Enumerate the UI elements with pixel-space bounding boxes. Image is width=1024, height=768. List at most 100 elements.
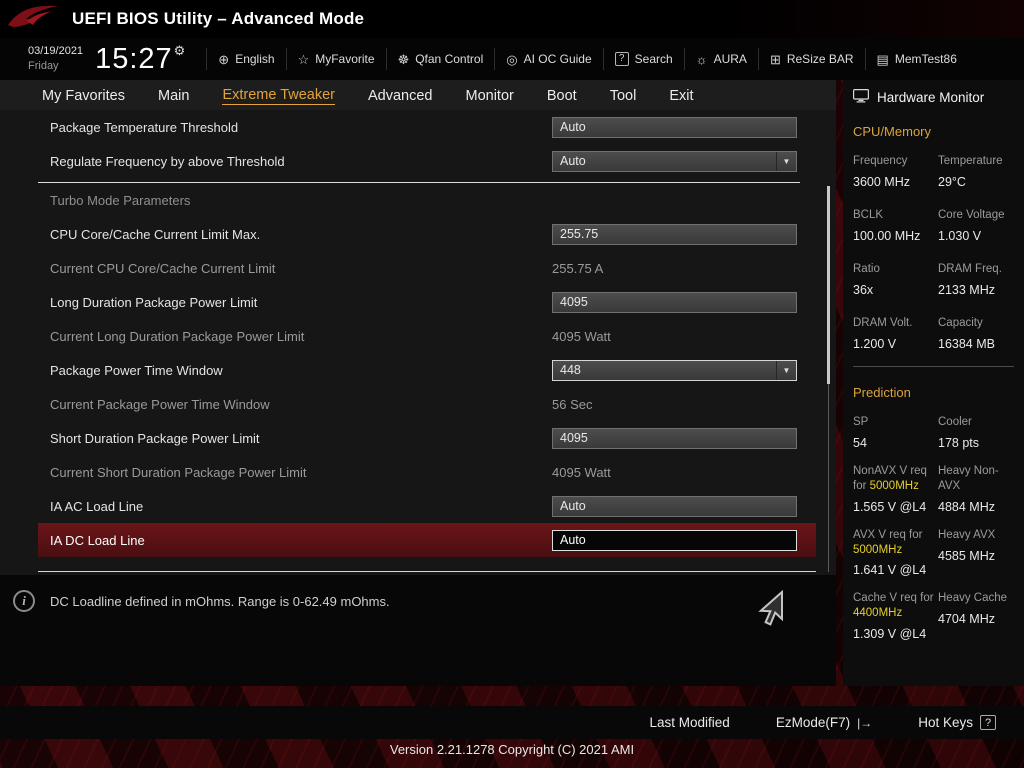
prediction-title: Prediction: [853, 384, 911, 400]
setting-label: IA DC Load Line: [50, 532, 145, 548]
setting-row: Long Duration Package Power Limit 4095: [0, 285, 836, 319]
page-title: UEFI BIOS Utility – Advanced Mode: [72, 9, 365, 28]
setting-row-selected[interactable]: IA DC Load Line Auto: [38, 523, 816, 557]
ia-ac-load-line-input[interactable]: Auto: [552, 495, 797, 517]
settings-panel: Package Temperature Threshold Auto Regul…: [0, 110, 836, 575]
tab-extreme-tweaker[interactable]: Extreme Tweaker: [222, 87, 335, 105]
mouse-cursor-icon: [758, 590, 783, 626]
tab-tool[interactable]: Tool: [610, 88, 637, 105]
question-mark-icon: ?: [980, 715, 996, 730]
setting-row: Current CPU Core/Cache Current Limit 255…: [0, 251, 836, 285]
tab-my-favorites[interactable]: My Favorites: [42, 88, 125, 105]
hot-keys-button[interactable]: Hot Keys ?: [918, 715, 996, 730]
setting-row: Current Long Duration Package Power Limi…: [0, 319, 836, 353]
ezmode-button[interactable]: EzMode(F7) |→: [776, 715, 872, 730]
hm-stat: Cooler 178 pts: [938, 415, 980, 450]
setting-label: Long Duration Package Power Limit: [50, 294, 258, 310]
setting-row: Regulate Frequency by above Threshold Au…: [0, 144, 836, 178]
footer-bar: Last Modified EzMode(F7) |→ Hot Keys ?: [0, 706, 1024, 739]
setting-row: Current Package Power Time Window 56 Sec: [0, 387, 836, 421]
tab-advanced[interactable]: Advanced: [368, 88, 433, 105]
resize-bar-icon: ⊞: [769, 51, 781, 67]
toolbar-memtest86[interactable]: ▤ MemTest86: [864, 48, 968, 70]
setting-label: Current Short Duration Package Power Lim…: [50, 464, 307, 480]
setting-label: Short Duration Package Power Limit: [50, 430, 260, 446]
main-menu: My Favorites Main Extreme Tweaker Advanc…: [0, 80, 836, 110]
hm-stat: NonAVX V req for 5000MHz 1.565 V @L4: [853, 464, 927, 514]
memory-icon: ▤: [876, 51, 889, 67]
package-temperature-threshold-input[interactable]: Auto: [552, 116, 797, 138]
title-bar: UEFI BIOS Utility – Advanced Mode: [0, 0, 1024, 38]
tab-main[interactable]: Main: [158, 88, 189, 105]
hm-stat: AVX V req for 5000MHz 1.641 V @L4: [853, 528, 927, 578]
star-icon: ☆: [297, 51, 310, 67]
toolbar-english[interactable]: ⊕ English: [206, 48, 285, 70]
date-text: 03/19/2021: [28, 45, 84, 58]
toolbar-myfavorite[interactable]: ☆ MyFavorite: [285, 48, 386, 70]
long-duration-power-limit-input[interactable]: 4095: [552, 291, 797, 313]
clock-settings-gear-icon[interactable]: ⚙: [174, 43, 187, 58]
toolbar-search[interactable]: ? Search: [602, 48, 684, 70]
tab-monitor[interactable]: Monitor: [466, 88, 514, 105]
setting-label: Regulate Frequency by above Threshold: [50, 153, 285, 169]
last-modified-button[interactable]: Last Modified: [650, 715, 730, 730]
toolbar-label: AI OC Guide: [523, 52, 592, 66]
tab-exit[interactable]: Exit: [669, 88, 693, 105]
quick-toolbar: ⊕ English ☆ MyFavorite ☸ Qfan Control ◎ …: [206, 47, 968, 71]
scrollbar[interactable]: [827, 186, 831, 572]
setting-label: Current Package Power Time Window: [50, 396, 270, 412]
hardware-monitor-header: Hardware Monitor: [853, 89, 1014, 106]
scrollbar-thumb[interactable]: [827, 186, 830, 384]
weekday-text: Friday: [28, 60, 59, 72]
bios-screen: UEFI BIOS Utility – Advanced Mode 03/19/…: [0, 0, 1024, 768]
hm-stat: Heavy Cache 4704 MHz: [938, 592, 1008, 627]
setting-label: Current Long Duration Package Power Limi…: [50, 328, 305, 344]
readonly-value: 4095 Watt: [552, 464, 611, 480]
toolbar-label: Search: [634, 52, 673, 66]
panel-bottom-divider: [38, 571, 816, 572]
readonly-value: 255.75 A: [552, 260, 604, 276]
help-panel: i DC Loadline defined in mOhms. Range is…: [0, 575, 836, 686]
toolbar-label: MyFavorite: [315, 52, 375, 66]
cpu-memory-stats: Frequency 3600 MHz Temperature 29°C BCLK…: [853, 154, 1014, 351]
main-content: My Favorites Main Extreme Tweaker Advanc…: [0, 80, 836, 686]
toolbar-qfan-control[interactable]: ☸ Qfan Control: [385, 48, 495, 70]
aura-led-icon: ☼: [695, 51, 708, 67]
toolbar-resize-bar[interactable]: ⊞ ReSize BAR: [757, 48, 865, 70]
globe-icon: ⊕: [218, 51, 230, 67]
help-text: DC Loadline defined in mOhms. Range is 0…: [50, 594, 390, 609]
setting-row: Short Duration Package Power Limit 4095: [0, 421, 836, 455]
tab-boot[interactable]: Boot: [547, 88, 577, 105]
readonly-value: 56 Sec: [552, 396, 593, 412]
hm-stat: DRAM Freq. 2133 MHz: [938, 262, 1002, 297]
version-text: Version 2.21.1278 Copyright (C) 2021 AMI: [389, 742, 635, 757]
short-duration-power-limit-input[interactable]: 4095: [552, 427, 797, 449]
hm-stat: Capacity 16384 MB: [938, 316, 995, 351]
hm-stat: DRAM Volt. 1.200 V: [853, 316, 913, 351]
clock-toolbar: 03/19/2021 Friday 15:27⚙ ⊕ English ☆ MyF…: [0, 38, 1024, 80]
cpu-memory-title: CPU/Memory: [853, 124, 932, 139]
setting-row: Current Short Duration Package Power Lim…: [0, 455, 836, 489]
section-header: Turbo Mode Parameters: [50, 192, 191, 208]
readonly-value: 4095 Watt: [552, 328, 611, 344]
toolbar-label: Qfan Control: [415, 52, 484, 66]
prediction-stats: SP 54 Cooler 178 pts NonAVX V req for 50…: [853, 415, 1014, 642]
package-power-time-window-select[interactable]: 448 ▼: [552, 359, 797, 381]
setting-row: Package Temperature Threshold Auto: [0, 110, 836, 144]
cpu-core-current-limit-input[interactable]: 255.75: [552, 223, 797, 245]
setting-row: CPU Core/Cache Current Limit Max. 255.75: [0, 217, 836, 251]
sidebar-divider: [853, 365, 1014, 367]
setting-label: Package Temperature Threshold: [50, 119, 239, 135]
ia-dc-load-line-input[interactable]: Auto: [552, 529, 797, 551]
info-icon: i: [13, 590, 35, 612]
hm-stat: Heavy AVX 4585 MHz: [938, 528, 996, 563]
rog-logo-icon: [6, 2, 60, 37]
regulate-frequency-select[interactable]: Auto ▼: [552, 150, 797, 172]
setting-label: CPU Core/Cache Current Limit Max.: [50, 226, 261, 242]
toolbar-aura[interactable]: ☼ AURA: [683, 48, 758, 70]
toolbar-label: AURA: [713, 52, 747, 66]
monitor-icon: [853, 89, 870, 106]
search-icon: ?: [614, 52, 629, 66]
ezmode-exit-icon: |→: [857, 715, 873, 730]
toolbar-ai-oc-guide[interactable]: ◎ AI OC Guide: [494, 48, 602, 70]
